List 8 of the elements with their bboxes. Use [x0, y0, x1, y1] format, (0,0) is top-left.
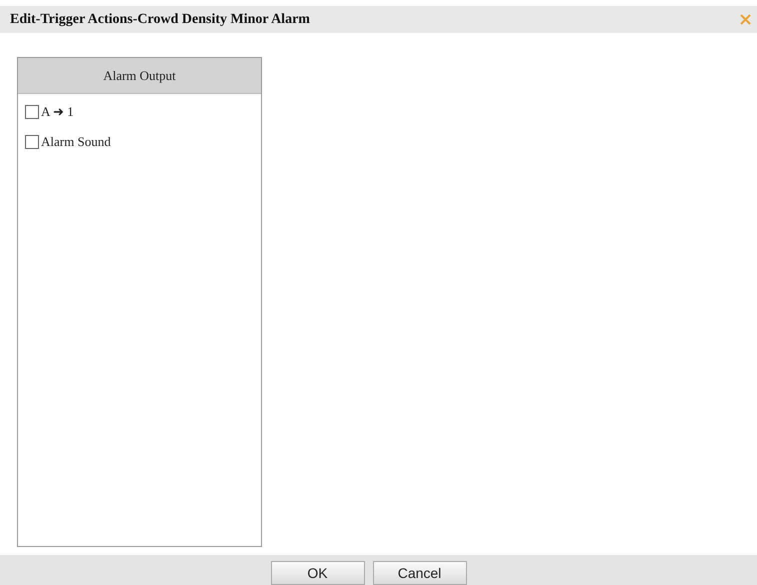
dialog-button[interactable]: OK	[270, 561, 364, 585]
checkbox-label: Alarm Sound	[41, 134, 111, 150]
checkbox-label: A ➜ 1	[41, 104, 74, 120]
window-title: Edit-Trigger Actions-Crowd Density Minor Alarm	[10, 12, 310, 28]
dialog-button[interactable]: Cancel	[372, 561, 466, 585]
checkbox[interactable]	[25, 105, 39, 119]
panel-header: Alarm Output	[18, 58, 261, 94]
checkbox[interactable]	[25, 135, 39, 149]
